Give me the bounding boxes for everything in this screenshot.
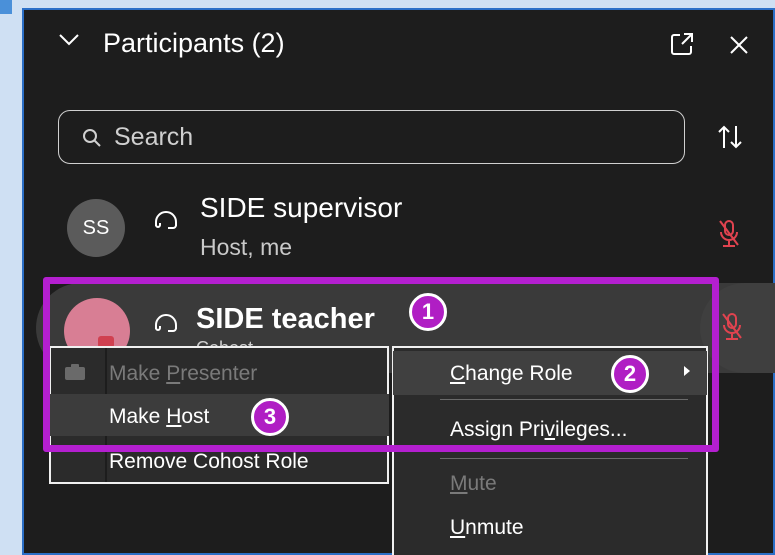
search-placeholder: Search bbox=[114, 123, 194, 151]
popout-icon[interactable] bbox=[670, 32, 694, 56]
menu-accelerator: o bbox=[208, 450, 220, 470]
callout-badge-1: 1 bbox=[409, 293, 447, 331]
menu-text: ute bbox=[467, 472, 497, 495]
sort-icon[interactable] bbox=[716, 124, 744, 150]
menu-accelerator: M bbox=[450, 472, 468, 495]
mic-muted-icon[interactable] bbox=[721, 312, 743, 342]
search-icon bbox=[83, 129, 101, 147]
callout-badge-3: 3 bbox=[251, 398, 289, 436]
mic-muted-icon[interactable] bbox=[718, 219, 740, 249]
participant-role: Host, me bbox=[200, 234, 293, 260]
menu-item-unmute[interactable]: Unmute bbox=[450, 516, 524, 540]
headset-icon bbox=[155, 211, 177, 229]
menu-accelerator: U bbox=[450, 516, 466, 539]
close-icon[interactable] bbox=[728, 34, 750, 56]
panel-title: Participants (2) bbox=[103, 28, 285, 58]
menu-text: Remove C bbox=[109, 450, 209, 470]
search-input[interactable]: Search bbox=[58, 110, 685, 164]
avatar: SS bbox=[67, 199, 125, 257]
menu-text: nmute bbox=[465, 516, 524, 539]
menu-item-remove-cohost[interactable]: Remove Cohost Role bbox=[109, 450, 309, 470]
background-strip bbox=[0, 0, 16, 555]
menu-divider bbox=[440, 458, 688, 459]
callout-badge-2: 2 bbox=[611, 355, 649, 393]
corner-tab bbox=[0, 0, 12, 14]
chevron-down-icon[interactable] bbox=[58, 32, 80, 48]
menu-item-mute: Mute bbox=[450, 472, 497, 496]
participant-name: SIDE supervisor bbox=[200, 192, 403, 223]
menu-text: host Role bbox=[219, 450, 309, 470]
